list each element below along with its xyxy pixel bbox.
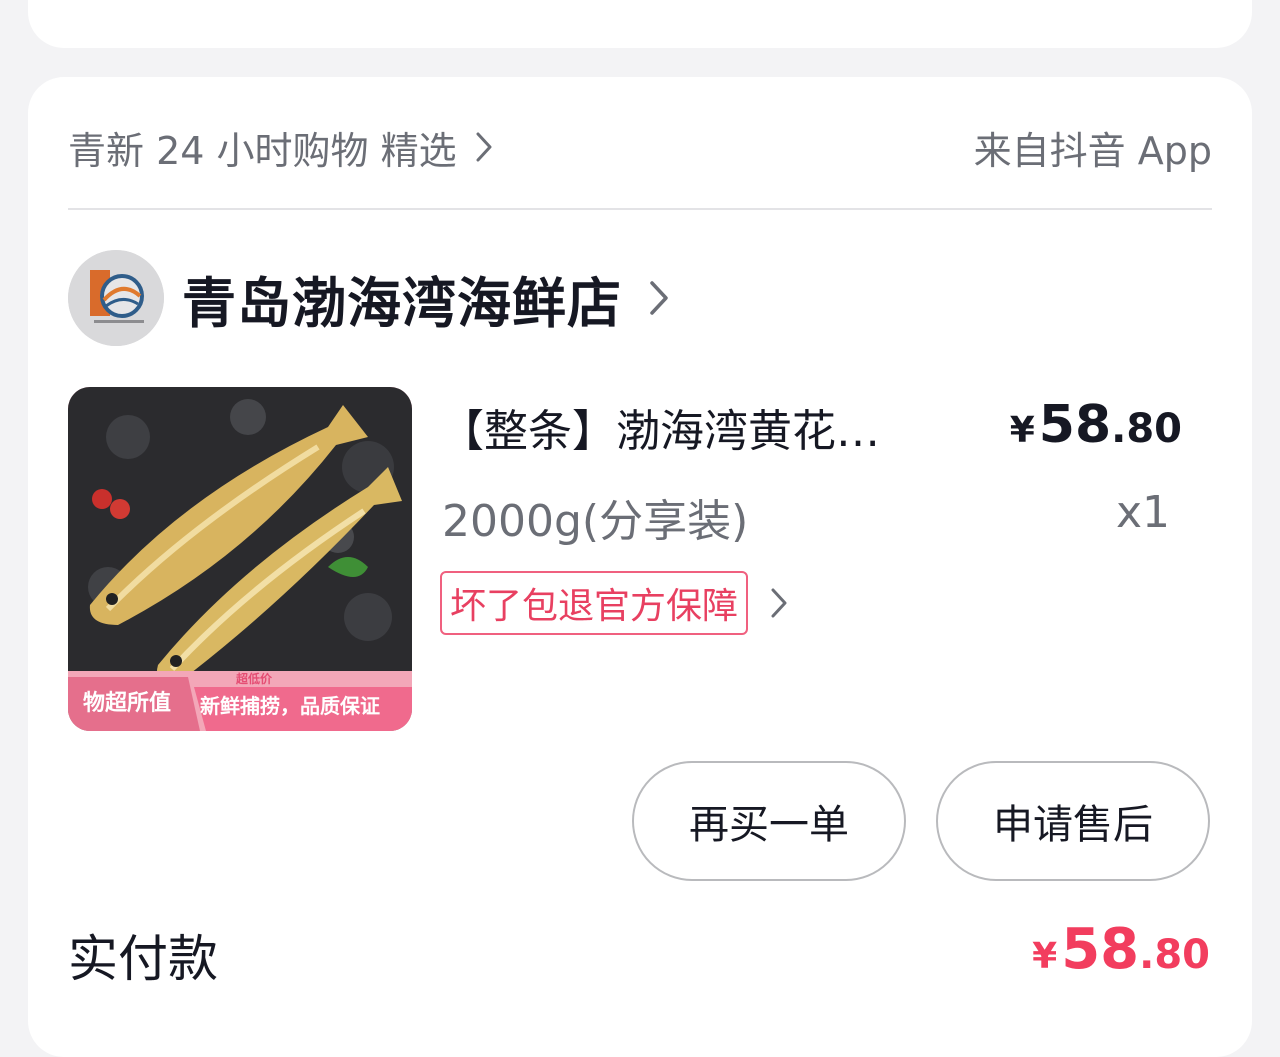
paid-amount: ¥ 58 .80 — [1032, 917, 1210, 982]
shop-logo-icon — [68, 250, 164, 346]
guarantee-badge[interactable]: 坏了包退官方保障 — [440, 571, 749, 635]
price-decimal: .80 — [1111, 406, 1182, 452]
paid-label: 实付款 — [68, 930, 218, 988]
aftersale-button[interactable]: 申请售后 — [936, 761, 1210, 881]
product-spec: 2000g(分享装) — [442, 496, 749, 547]
shop-row[interactable]: 青岛渤海湾海鲜店 — [68, 250, 670, 346]
order-source-row: 青新 24 小时购物 精选 来自抖音 App — [68, 115, 1212, 179]
chevron-right-icon — [648, 279, 670, 317]
order-card: 青新 24 小时购物 精选 来自抖音 App 青岛渤海湾海鲜店 物超所值 超低价… — [28, 77, 1252, 1057]
product-price: ¥ 58 .80 — [1010, 395, 1182, 455]
shop-avatar[interactable] — [68, 250, 164, 346]
image-ribbon-value: 物超所值 — [82, 691, 171, 716]
price-currency: ¥ — [1009, 410, 1035, 451]
paid-currency: ¥ — [1032, 936, 1058, 977]
guarantee-row[interactable]: 坏了包退官方保障 — [440, 570, 788, 636]
chevron-right-icon — [475, 131, 493, 163]
source-app-label: 来自抖音 App — [973, 128, 1212, 173]
image-ribbon-fresh: 新鲜捕捞，品质保证 — [200, 693, 380, 718]
price-integer: 58 — [1038, 395, 1112, 455]
store-source-label: 青新 24 小时购物 精选 — [68, 128, 457, 173]
previous-order-card — [28, 0, 1252, 48]
divider — [68, 208, 1212, 210]
product-quantity: x1 — [1115, 487, 1170, 538]
shop-name[interactable]: 青岛渤海湾海鲜店 — [182, 259, 622, 338]
paid-integer: 58 — [1061, 917, 1140, 982]
paid-decimal: .80 — [1139, 932, 1210, 978]
product-image[interactable]: 物超所值 超低价 新鲜捕捞，品质保证 — [68, 387, 412, 731]
chevron-right-icon — [770, 587, 788, 619]
product-title[interactable]: 【整条】渤海湾黄花… — [440, 395, 960, 459]
rebuy-button[interactable]: 再买一单 — [632, 761, 906, 881]
store-source-link[interactable]: 青新 24 小时购物 精选 — [68, 120, 493, 175]
